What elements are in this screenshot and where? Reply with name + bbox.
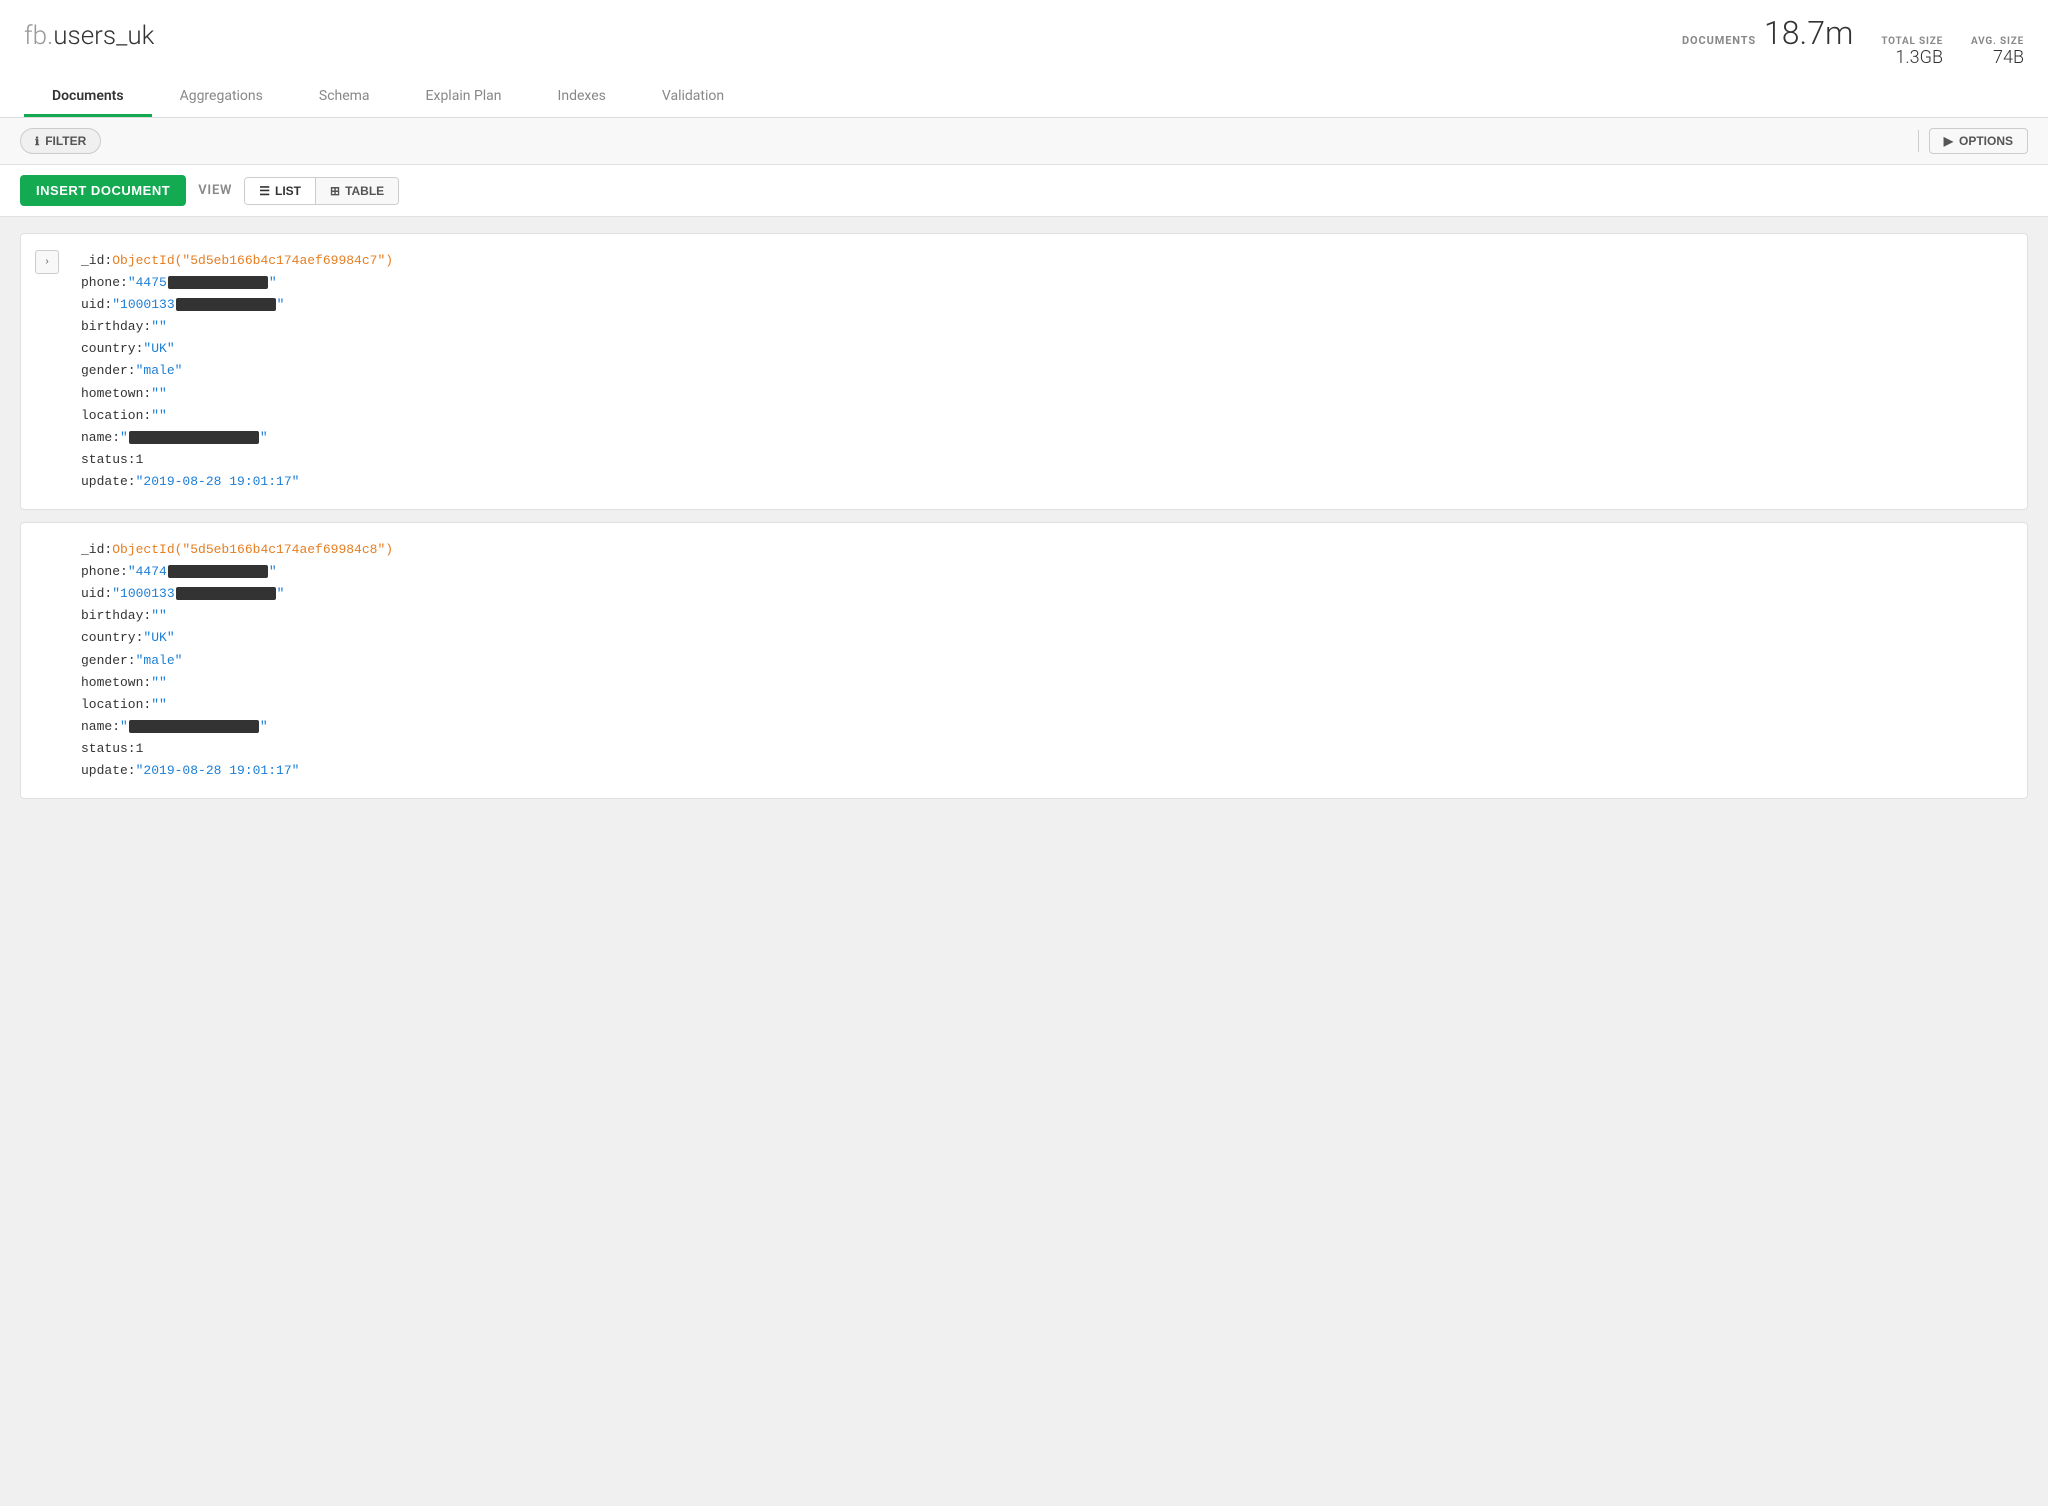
field-name: name: "" [81,716,2007,738]
options-arrow-icon: ▶ [1944,134,1953,148]
total-size-value: 1.3GB [1895,47,1943,68]
redacted-value [129,431,259,444]
table-label: TABLE [345,184,384,198]
tab-documents[interactable]: Documents [24,78,152,117]
field-hometown: hometown: "" [81,383,2007,405]
field-gender: gender: "male" [81,360,2007,382]
list-label: LIST [275,184,301,198]
filter-icon: ℹ [35,135,39,148]
insert-document-button[interactable]: INSERT DOCUMENT [20,175,186,206]
documents-stat: DOCUMENTS 18.7m [1682,14,1853,52]
filter-toolbar: ℹ FILTER ▶ OPTIONS [0,118,2048,165]
field-hometown: hometown: "" [81,672,2007,694]
redacted-value [168,276,268,289]
options-label: OPTIONS [1959,134,2013,148]
field-id: _id: ObjectId("5d5eb166b4c174aef69984c7"… [81,250,2007,272]
options-button[interactable]: ▶ OPTIONS [1929,128,2028,154]
field-name: name: "" [81,427,2007,449]
redacted-value [176,298,276,311]
field-id: _id: ObjectId("5d5eb166b4c174aef69984c8"… [81,539,2007,561]
avg-size-stat: AVG. SIZE 74B [1971,36,2024,68]
tab-schema[interactable]: Schema [291,78,398,117]
document-card: › _id: ObjectId("5d5eb166b4c174aef69984c… [20,233,2028,510]
field-uid: uid: "1000133" [81,294,2007,316]
table-icon: ⊞ [330,184,340,198]
avg-size-value: 74B [1993,47,2024,68]
documents-label: DOCUMENTS [1682,34,1756,47]
redacted-value [168,565,268,578]
field-country: country: "UK" [81,338,2007,360]
filter-button[interactable]: ℹ FILTER [20,128,101,154]
field-status: status: 1 [81,738,2007,760]
collection-title: fb.users_uk [24,21,154,51]
field-location: location: "" [81,694,2007,716]
top-bar: fb.users_uk DOCUMENTS 18.7m TOTAL SIZE 1… [0,0,2048,118]
tab-aggregations[interactable]: Aggregations [152,78,291,117]
field-gender: gender: "male" [81,650,2007,672]
field-phone: phone: "4474" [81,561,2007,583]
field-uid: uid: "1000133" [81,583,2007,605]
field-status: status: 1 [81,449,2007,471]
toolbar-divider [1918,130,1919,152]
documents-area: › _id: ObjectId("5d5eb166b4c174aef69984c… [0,217,2048,815]
filter-input[interactable] [101,129,1907,154]
view-toggle: ☰ LIST ⊞ TABLE [244,177,399,205]
tab-indexes[interactable]: Indexes [530,78,634,117]
filter-label: FILTER [45,134,86,148]
field-country: country: "UK" [81,627,2007,649]
doc-expand-button[interactable]: › [35,250,59,274]
redacted-value [176,587,276,600]
total-size-label: TOTAL SIZE [1881,36,1943,47]
title-prefix: fb. [24,21,53,51]
field-birthday: birthday: "" [81,605,2007,627]
field-update: update: "2019-08-28 19:01:17" [81,471,2007,493]
tab-validation[interactable]: Validation [634,78,752,117]
list-view-button[interactable]: ☰ LIST [245,178,316,204]
tab-bar: Documents Aggregations Schema Explain Pl… [24,78,2024,117]
table-view-button[interactable]: ⊞ TABLE [316,178,398,204]
field-phone: phone: "4475" [81,272,2007,294]
total-size-stat: TOTAL SIZE 1.3GB [1881,36,1943,68]
field-location: location: "" [81,405,2007,427]
redacted-value [129,720,259,733]
field-update: update: "2019-08-28 19:01:17" [81,760,2007,782]
action-bar: INSERT DOCUMENT VIEW ☰ LIST ⊞ TABLE [0,165,2048,217]
title-main: users_uk [53,21,154,51]
view-label: VIEW [198,183,232,198]
stats-area: DOCUMENTS 18.7m TOTAL SIZE 1.3GB AVG. SI… [1682,14,2024,68]
field-birthday: birthday: "" [81,316,2007,338]
list-icon: ☰ [259,184,270,198]
tab-explain-plan[interactable]: Explain Plan [398,78,530,117]
documents-value: 18.7m [1764,14,1853,52]
avg-size-label: AVG. SIZE [1971,36,2024,47]
document-card: _id: ObjectId("5d5eb166b4c174aef69984c8"… [20,522,2028,799]
